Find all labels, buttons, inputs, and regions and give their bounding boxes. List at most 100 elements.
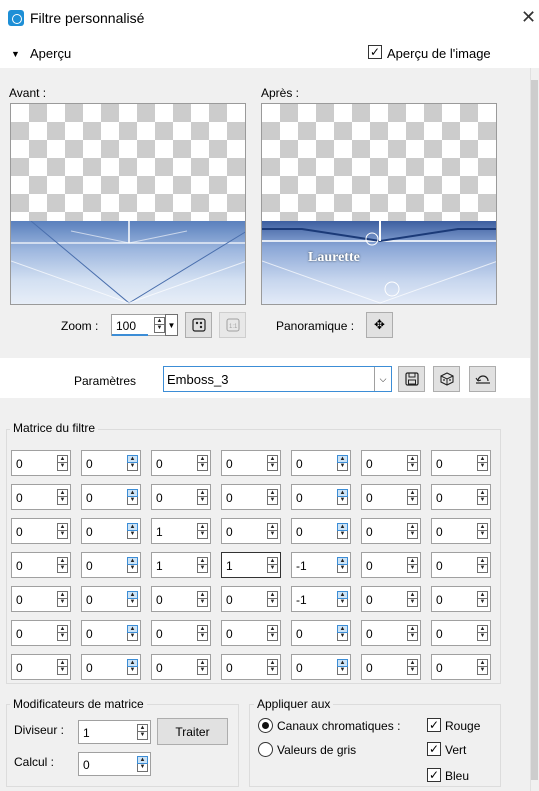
matrix-cell-stepper-arrows[interactable]: ▲ ▼: [407, 489, 418, 505]
matrix-cell[interactable]: 0 ▲ ▼: [11, 654, 71, 680]
matrix-cell-value[interactable]: 0: [226, 627, 233, 641]
matrix-cell-stepper-arrows[interactable]: ▲ ▼: [267, 523, 278, 539]
matrix-cell-stepper-arrows[interactable]: ▲ ▼: [57, 625, 68, 641]
down-arrow-icon[interactable]: ▼: [337, 497, 348, 505]
zoom-100-button[interactable]: 1:1: [219, 312, 246, 338]
up-arrow-icon[interactable]: ▲: [197, 557, 208, 565]
save-preset-button[interactable]: [398, 366, 425, 392]
matrix-cell[interactable]: -1 ▲ ▼: [291, 552, 351, 578]
matrix-cell[interactable]: 0 ▲ ▼: [361, 620, 421, 646]
matrix-cell-stepper-arrows[interactable]: ▲ ▼: [407, 625, 418, 641]
up-arrow-icon[interactable]: ▲: [477, 455, 488, 463]
down-arrow-icon[interactable]: ▼: [197, 599, 208, 607]
matrix-cell-value[interactable]: 0: [86, 661, 93, 675]
diviseur-stepper[interactable]: 1 ▲ ▼: [78, 720, 151, 744]
down-arrow-icon[interactable]: ▼: [407, 633, 418, 641]
matrix-cell[interactable]: 0 ▲ ▼: [11, 620, 71, 646]
down-arrow-icon[interactable]: ▼: [57, 565, 68, 573]
matrix-cell-value[interactable]: 0: [156, 661, 163, 675]
matrix-cell-stepper-arrows[interactable]: ▲ ▼: [57, 523, 68, 539]
down-arrow-icon[interactable]: ▼: [337, 667, 348, 675]
matrix-cell[interactable]: 0 ▲ ▼: [431, 450, 491, 476]
matrix-cell-value[interactable]: 0: [16, 559, 23, 573]
up-arrow-icon[interactable]: ▲: [337, 523, 348, 531]
matrix-cell[interactable]: 0 ▲ ▼: [431, 654, 491, 680]
matrix-cell-stepper-arrows[interactable]: ▲ ▼: [407, 557, 418, 573]
zoom-stepper[interactable]: 100 ▲ ▼: [111, 314, 167, 336]
matrix-cell-stepper-arrows[interactable]: ▲ ▼: [57, 591, 68, 607]
up-arrow-icon[interactable]: ▲: [407, 557, 418, 565]
calcul-up-arrow-icon[interactable]: ▲: [137, 756, 148, 764]
down-arrow-icon[interactable]: ▼: [337, 633, 348, 641]
up-arrow-icon[interactable]: ▲: [337, 557, 348, 565]
traiter-button[interactable]: Traiter: [157, 718, 228, 745]
down-arrow-icon[interactable]: ▼: [267, 599, 278, 607]
matrix-cell[interactable]: 0 ▲ ▼: [291, 654, 351, 680]
down-arrow-icon[interactable]: ▼: [197, 565, 208, 573]
matrix-cell-stepper-arrows[interactable]: ▲ ▼: [57, 659, 68, 675]
up-arrow-icon[interactable]: ▲: [57, 625, 68, 633]
down-arrow-icon[interactable]: ▼: [267, 497, 278, 505]
chevron-down-icon[interactable]: ⌵: [374, 367, 391, 391]
down-arrow-icon[interactable]: ▼: [267, 633, 278, 641]
down-arrow-icon[interactable]: ▼: [477, 633, 488, 641]
matrix-cell-stepper-arrows[interactable]: ▲ ▼: [57, 557, 68, 573]
rouge-checkbox[interactable]: ✓: [427, 718, 441, 732]
matrix-cell[interactable]: 0 ▲ ▼: [431, 586, 491, 612]
matrix-cell[interactable]: 0 ▲ ▼: [221, 620, 281, 646]
up-arrow-icon[interactable]: ▲: [127, 489, 138, 497]
image-preview-checkbox[interactable]: ✓: [368, 45, 382, 59]
matrix-cell-stepper-arrows[interactable]: ▲ ▼: [127, 625, 138, 641]
matrix-cell-stepper-arrows[interactable]: ▲ ▼: [407, 591, 418, 607]
matrix-cell-stepper-arrows[interactable]: ▲ ▼: [477, 557, 488, 573]
matrix-cell-value[interactable]: 0: [156, 627, 163, 641]
matrix-cell-value[interactable]: 0: [156, 593, 163, 607]
matrix-cell-value[interactable]: 0: [16, 457, 23, 471]
matrix-cell-value[interactable]: 0: [156, 457, 163, 471]
calcul-down-arrow-icon[interactable]: ▼: [137, 764, 148, 772]
matrix-cell[interactable]: 0 ▲ ▼: [11, 450, 71, 476]
matrix-cell-value[interactable]: 0: [226, 593, 233, 607]
up-arrow-icon[interactable]: ▲: [337, 591, 348, 599]
diviseur-value[interactable]: 1: [83, 726, 90, 740]
matrix-cell-value[interactable]: -1: [296, 593, 307, 607]
matrix-cell-stepper-arrows[interactable]: ▲ ▼: [127, 659, 138, 675]
matrix-cell-value[interactable]: 0: [86, 559, 93, 573]
matrix-cell-value[interactable]: 0: [156, 491, 163, 505]
matrix-cell-stepper-arrows[interactable]: ▲ ▼: [267, 659, 278, 675]
matrix-cell[interactable]: 0 ▲ ▼: [431, 552, 491, 578]
matrix-cell-stepper-arrows[interactable]: ▲ ▼: [337, 659, 348, 675]
matrix-cell-stepper-arrows[interactable]: ▲ ▼: [477, 625, 488, 641]
down-arrow-icon[interactable]: ▼: [407, 667, 418, 675]
matrix-cell[interactable]: 0 ▲ ▼: [151, 620, 211, 646]
preset-select[interactable]: Emboss_3 ⌵: [163, 366, 392, 392]
matrix-cell-value[interactable]: 0: [86, 593, 93, 607]
up-arrow-icon[interactable]: ▲: [57, 455, 68, 463]
rouge-label[interactable]: Rouge: [445, 719, 480, 733]
down-arrow-icon[interactable]: ▼: [477, 667, 488, 675]
up-arrow-icon[interactable]: ▲: [57, 659, 68, 667]
vert-label[interactable]: Vert: [445, 743, 466, 757]
down-arrow-icon[interactable]: ▼: [57, 667, 68, 675]
down-arrow-icon[interactable]: ▼: [197, 633, 208, 641]
up-arrow-icon[interactable]: ▲: [267, 659, 278, 667]
matrix-cell[interactable]: -1 ▲ ▼: [291, 586, 351, 612]
matrix-cell-stepper-arrows[interactable]: ▲ ▼: [57, 455, 68, 471]
down-arrow-icon[interactable]: ▼: [197, 497, 208, 505]
matrix-cell-value[interactable]: 0: [436, 457, 443, 471]
close-icon[interactable]: ✕: [521, 8, 536, 26]
up-arrow-icon[interactable]: ▲: [477, 625, 488, 633]
image-preview-label[interactable]: Aperçu de l'image: [387, 46, 491, 61]
up-arrow-icon[interactable]: ▲: [197, 523, 208, 531]
reset-preset-button[interactable]: [469, 366, 496, 392]
up-arrow-icon[interactable]: ▲: [127, 557, 138, 565]
matrix-cell-stepper-arrows[interactable]: ▲ ▼: [197, 455, 208, 471]
down-arrow-icon[interactable]: ▼: [267, 667, 278, 675]
matrix-cell-value[interactable]: 0: [366, 559, 373, 573]
matrix-cell-stepper-arrows[interactable]: ▲ ▼: [337, 489, 348, 505]
matrix-cell-stepper-arrows[interactable]: ▲ ▼: [57, 489, 68, 505]
up-arrow-icon[interactable]: ▲: [337, 455, 348, 463]
matrix-cell-value[interactable]: 0: [16, 593, 23, 607]
canaux-radio[interactable]: [258, 718, 273, 733]
zoom-up-arrow-icon[interactable]: ▲: [154, 317, 165, 325]
